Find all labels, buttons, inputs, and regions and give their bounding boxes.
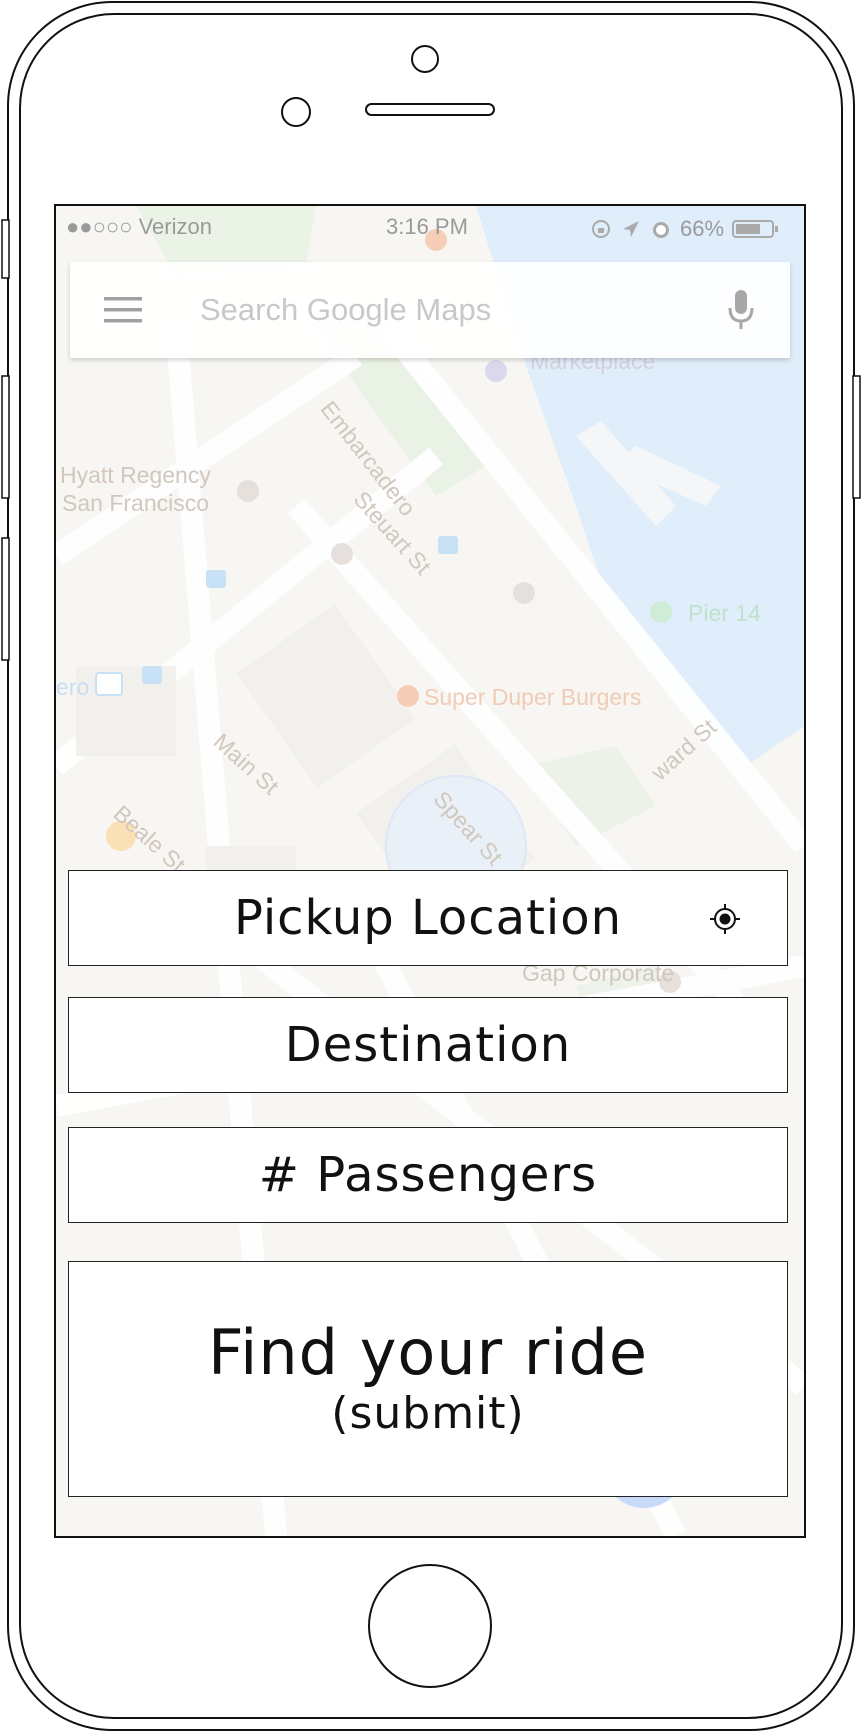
status-icons: 66% xyxy=(590,214,780,244)
hamburger-menu-icon[interactable] xyxy=(104,294,144,326)
sensor-icon xyxy=(281,97,311,127)
carrier-name: Verizon xyxy=(138,214,212,239)
submit-main-label: Find your ride xyxy=(207,1316,649,1389)
alarm-clock-icon xyxy=(653,222,669,238)
rotation-lock-icon xyxy=(592,220,610,238)
pickup-location-field[interactable]: Pickup Location xyxy=(68,870,788,966)
location-arrow-icon xyxy=(623,221,639,237)
passengers-field[interactable]: # Passengers xyxy=(68,1127,788,1223)
signal-strength-icon: ●●○○○ xyxy=(66,214,133,239)
current-location-icon[interactable] xyxy=(709,903,741,935)
destination-field[interactable]: Destination xyxy=(68,997,788,1093)
status-carrier-group: ●●○○○ Verizon xyxy=(66,214,212,244)
pickup-location-label: Pickup Location xyxy=(233,890,623,946)
status-time: 3:16 PM xyxy=(386,214,468,239)
speaker-grille xyxy=(365,103,495,116)
destination-label: Destination xyxy=(284,1017,572,1073)
battery-percent: 66% xyxy=(680,216,725,241)
microphone-icon[interactable] xyxy=(725,288,757,332)
search-bar[interactable]: Search Google Maps xyxy=(70,262,790,358)
submit-sub-label: (submit) xyxy=(331,1388,525,1439)
home-button[interactable] xyxy=(366,1562,494,1690)
passengers-label: # Passengers xyxy=(258,1147,598,1203)
battery-icon xyxy=(732,220,779,238)
find-ride-submit-button[interactable]: Find your ride (submit) xyxy=(68,1261,788,1497)
search-input[interactable]: Search Google Maps xyxy=(200,292,491,328)
front-camera-icon xyxy=(411,45,439,73)
app-screen: Marketplace Embarcadero Hyatt Regency Sa… xyxy=(54,204,806,1538)
